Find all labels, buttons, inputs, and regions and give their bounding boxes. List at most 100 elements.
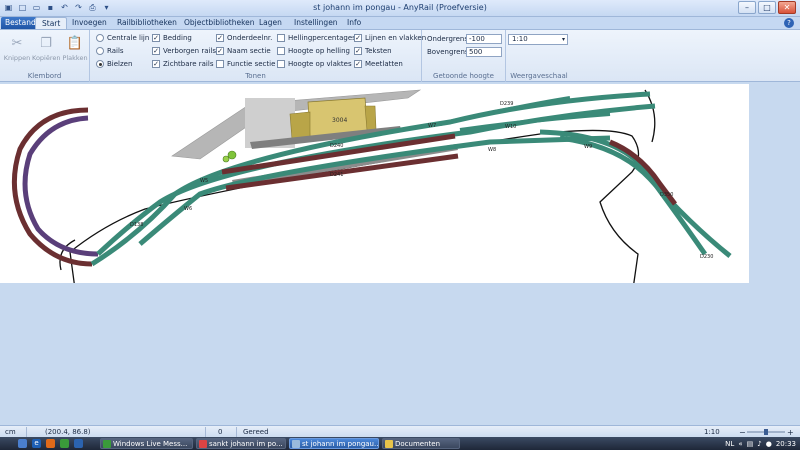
tab-instellingen[interactable]: Instellingen — [294, 17, 338, 29]
station-wing-left — [289, 111, 311, 140]
zoom-slider[interactable]: − + — [739, 428, 794, 436]
zoom-slider-thumb[interactable] — [764, 429, 768, 435]
option-bedding[interactable]: ✓ Bedding — [152, 34, 192, 42]
taskbar: e Windows Live Mess... sankt johann im p… — [0, 437, 800, 450]
option-function-section[interactable]: Functie sectie — [216, 60, 275, 68]
building-label: 3004 — [332, 117, 347, 124]
option-plane-height[interactable]: Hoogte op vlaktes — [277, 60, 352, 68]
language-indicator[interactable]: NL — [725, 440, 734, 448]
group-label-clipboard: Klembord — [27, 72, 62, 80]
label-w6: W6 — [184, 206, 192, 212]
tab-lagen[interactable]: Lagen — [259, 17, 282, 29]
network-icon[interactable]: ▤ — [747, 440, 754, 448]
label-d240: D240 — [330, 143, 343, 149]
option-part-numbers[interactable]: ✓ Onderdeelnr. — [216, 34, 272, 42]
status-text: Gereed — [243, 428, 269, 436]
zoom-out-icon[interactable]: − — [739, 428, 746, 436]
group-height: Ondergrens -100 Bovengrens 500 Getoonde … — [422, 30, 506, 82]
cut-button[interactable]: ✂ Knippen — [3, 34, 31, 63]
copy-button[interactable]: ❐ Kopiëren — [32, 34, 61, 63]
tab-invoegen[interactable]: Invoegen — [72, 17, 107, 29]
label-d239: D239 — [500, 101, 513, 107]
title-bar: ▣ □ ▭ ▪ ↶ ↷ ⎙ ▾ st johann im pongau - An… — [0, 0, 800, 17]
option-lines-planes[interactable]: ✓ Lijnen en vlakken — [354, 34, 426, 42]
paste-icon: 📋 — [66, 35, 84, 51]
label-w9: W9 — [584, 144, 592, 150]
task-documenten[interactable]: Documenten — [382, 438, 460, 449]
track-plan[interactable]: 3004 W5 W6 W7 W8 W9 W10 D239 D138 D240 D… — [0, 84, 749, 290]
option-slope-percentages[interactable]: Hellingpercentages — [277, 34, 356, 42]
chevron-down-icon: ▾ — [561, 36, 565, 43]
task-windows-live-messenger[interactable]: Windows Live Mess... — [100, 438, 193, 449]
option-rails[interactable]: Rails — [96, 47, 124, 55]
volume-icon[interactable]: ♪ — [757, 440, 761, 448]
group-clipboard: ✂ Knippen ❐ Kopiëren 📋 Plakken Klembord — [0, 30, 90, 82]
track-loop-inner[interactable] — [22, 115, 99, 257]
tab-railbibliotheken[interactable]: Railbibliotheken — [117, 17, 177, 29]
browser-icon — [199, 440, 207, 448]
messenger-icon[interactable] — [60, 439, 69, 448]
label-w5: W5 — [200, 178, 208, 184]
ie-icon[interactable]: e — [32, 439, 41, 448]
tray-arrow-icon[interactable]: « — [738, 440, 742, 448]
close-button[interactable]: ✕ — [778, 1, 796, 14]
paste-button[interactable]: 📋 Plakken — [61, 34, 89, 63]
upper-bound-input[interactable]: 500 — [466, 47, 502, 57]
option-hidden-rails[interactable]: ✓ Verborgen rails — [152, 47, 216, 55]
tab-objectbibliotheken[interactable]: Objectbibliotheken — [184, 17, 255, 29]
group-label-show: Tonen — [245, 72, 266, 80]
cursor-coords: (200.4, 86.8) — [45, 428, 91, 436]
minimize-button[interactable]: – — [738, 1, 756, 14]
anyrail-icon — [292, 440, 300, 448]
finder-icon[interactable] — [18, 439, 27, 448]
station-wing-right — [364, 105, 377, 131]
ribbon: ✂ Knippen ❐ Kopiëren 📋 Plakken Klembord … — [0, 29, 800, 82]
explorer-icon[interactable] — [74, 439, 83, 448]
tab-bestand[interactable]: Bestand — [1, 17, 40, 29]
label-w10: W10 — [505, 124, 516, 130]
option-centerline[interactable]: Centrale lijn — [96, 34, 149, 42]
tree-icon — [222, 155, 230, 163]
scale-select[interactable]: 1:10 ▾ — [508, 34, 568, 45]
track-branch-right-2[interactable] — [559, 135, 732, 258]
lower-bound-label: Ondergrens — [427, 35, 469, 43]
label-d350: D350 — [660, 192, 673, 198]
label-d230: D230 — [700, 254, 713, 260]
tab-start[interactable]: Start — [35, 17, 68, 29]
baseboard-edge-right — [644, 89, 656, 143]
firefox-icon[interactable] — [46, 439, 55, 448]
group-label-scale: Weergaveschaal — [510, 72, 568, 80]
option-texts[interactable]: ✓ Teksten — [354, 47, 392, 55]
zoom-in-icon[interactable]: + — [787, 428, 794, 436]
label-d241: D241 — [330, 172, 343, 178]
option-slope-height[interactable]: Hoogte op helling — [277, 47, 350, 55]
clock[interactable]: 20:33 — [776, 440, 796, 448]
option-sleepers[interactable]: Bielzen — [96, 60, 132, 68]
lower-bound-input[interactable]: -100 — [466, 34, 502, 44]
option-visible-rails[interactable]: ✓ Zichtbare rails — [152, 60, 213, 68]
copy-icon: ❐ — [40, 35, 52, 51]
task-anyrail[interactable]: st johann im pongau... — [289, 438, 379, 449]
layout-canvas[interactable]: 3004 W5 W6 W7 W8 W9 W10 D239 D138 D240 D… — [0, 84, 749, 290]
track-main-3[interactable] — [138, 135, 611, 246]
messenger-tray-icon[interactable]: ● — [766, 440, 772, 448]
selection-count: 0 — [218, 428, 223, 436]
task-sankt-johann[interactable]: sankt johann im po... — [196, 438, 286, 449]
apple-menu-icon[interactable] — [2, 439, 11, 448]
status-bar: cm (200.4, 86.8) 0 Gereed 1:10 − + — [0, 425, 800, 437]
option-measure[interactable]: ✓ Meetlatten — [354, 60, 403, 68]
tab-info[interactable]: Info — [347, 17, 361, 29]
label-w8: W8 — [488, 147, 496, 153]
maximize-button[interactable]: □ — [758, 1, 776, 14]
unit-label[interactable]: cm — [5, 427, 16, 437]
help-icon[interactable]: ? — [784, 18, 794, 28]
option-section-name[interactable]: ✓ Naam sectie — [216, 47, 271, 55]
messenger-icon — [103, 440, 111, 448]
group-label-height: Getoonde hoogte — [433, 72, 494, 80]
tree-icon — [227, 150, 237, 160]
zoom-level: 1:10 — [704, 428, 720, 436]
group-show: Centrale lijn Rails Bielzen ✓ Bedding ✓ Ve… — [90, 30, 426, 82]
track-main-2[interactable] — [96, 103, 656, 256]
ribbon-tabs: Bestand Start Invoegen Railbibliotheken … — [0, 17, 800, 29]
upper-bound-label: Bovengrens — [427, 48, 469, 56]
